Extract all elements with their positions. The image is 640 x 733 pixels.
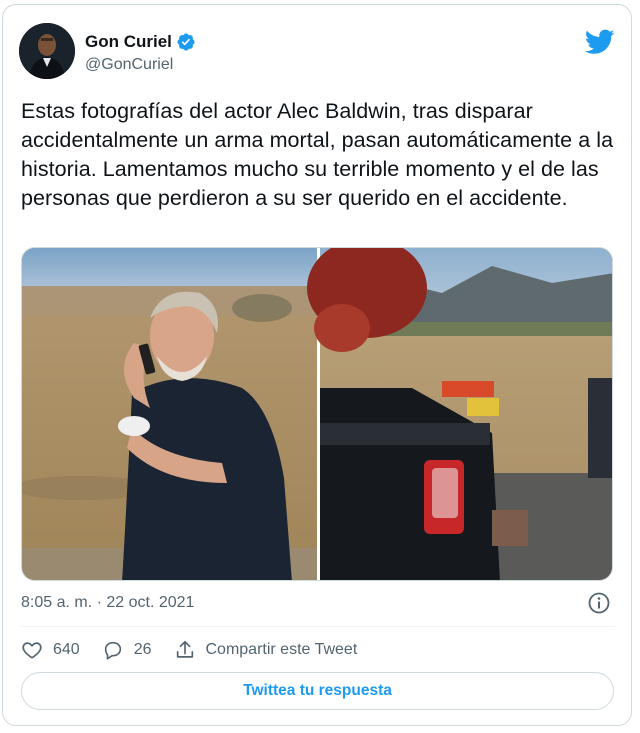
reply-count: 26 bbox=[133, 641, 152, 658]
tweet-card: Gon Curiel @GonCuriel Estas fotografías … bbox=[2, 4, 632, 726]
reply-bubble-icon bbox=[104, 641, 121, 660]
like-count: 640 bbox=[53, 641, 80, 658]
author-handle[interactable]: @GonCuriel bbox=[85, 56, 173, 74]
tweet-timestamp[interactable]: 8:05 a. m. · 22 oct. 2021 bbox=[21, 594, 194, 612]
share-icon bbox=[176, 640, 193, 658]
heart-icon bbox=[22, 642, 42, 659]
share-label: Compartir este Tweet bbox=[205, 641, 358, 658]
divider bbox=[21, 626, 615, 627]
author-name[interactable]: Gon Curiel bbox=[85, 32, 172, 52]
like-button[interactable]: 640 bbox=[21, 639, 80, 661]
reply-action[interactable]: 26 bbox=[102, 639, 152, 661]
info-icon[interactable] bbox=[587, 591, 611, 615]
media-photo-left[interactable] bbox=[22, 248, 317, 581]
share-button[interactable]: Compartir este Tweet bbox=[174, 639, 358, 661]
media-photo-right[interactable] bbox=[307, 248, 613, 581]
twitter-bird-icon[interactable] bbox=[585, 29, 615, 55]
tweet-text: Estas fotografías del actor Alec Baldwin… bbox=[21, 99, 614, 210]
tweet-media[interactable] bbox=[21, 247, 613, 581]
reply-button[interactable]: Twittea tu respuesta bbox=[21, 672, 614, 710]
verified-badge-icon bbox=[177, 33, 195, 51]
avatar-image bbox=[19, 23, 75, 79]
action-bar: 640 26 Compartir este Tweet bbox=[21, 637, 379, 663]
author-name-row[interactable]: Gon Curiel bbox=[85, 32, 196, 52]
avatar[interactable] bbox=[19, 23, 75, 79]
